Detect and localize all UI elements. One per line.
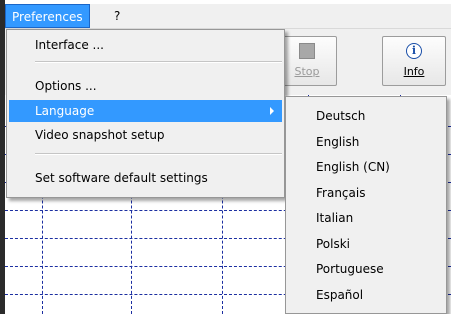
menubar-item-help[interactable]: ?: [108, 4, 126, 28]
language-option-portuguese[interactable]: Portuguese: [288, 257, 444, 281]
menubar-item-preferences[interactable]: Preferences: [5, 4, 90, 28]
stop-button[interactable]: Stop: [277, 36, 337, 86]
menu-item-default-settings[interactable]: Set software default settings: [9, 167, 282, 189]
language-option-espanol[interactable]: Español: [288, 283, 444, 307]
stop-button-label: Stop: [294, 65, 320, 78]
language-option-deutsch[interactable]: Deutsch: [288, 104, 444, 128]
menu-separator: [35, 61, 282, 63]
menu-item-language[interactable]: Language: [9, 100, 282, 122]
menu-item-interface[interactable]: Interface ...: [9, 34, 282, 56]
language-option-english-cn[interactable]: English (CN): [288, 155, 444, 179]
language-option-polski[interactable]: Polski: [288, 232, 444, 256]
menu-separator: [35, 153, 282, 155]
info-button-label: Info: [403, 65, 425, 78]
language-option-francais[interactable]: Français: [288, 181, 444, 205]
submenu-arrow-icon: [270, 107, 274, 115]
info-icon: i: [406, 43, 422, 59]
language-option-italian[interactable]: Italian: [288, 206, 444, 230]
info-button[interactable]: i Info: [382, 36, 446, 86]
stop-icon: [299, 43, 315, 59]
menubar: Preferences ?: [5, 4, 451, 29]
menu-item-video-snapshot-setup[interactable]: Video snapshot setup: [9, 124, 282, 146]
language-submenu: Deutsch English English (CN) Français It…: [285, 96, 447, 314]
language-option-english[interactable]: English: [288, 130, 444, 154]
menu-item-language-label: Language: [35, 104, 95, 118]
menu-item-options[interactable]: Options ...: [9, 75, 282, 97]
preferences-menu: Interface ... Options ... Language Video…: [6, 29, 285, 198]
